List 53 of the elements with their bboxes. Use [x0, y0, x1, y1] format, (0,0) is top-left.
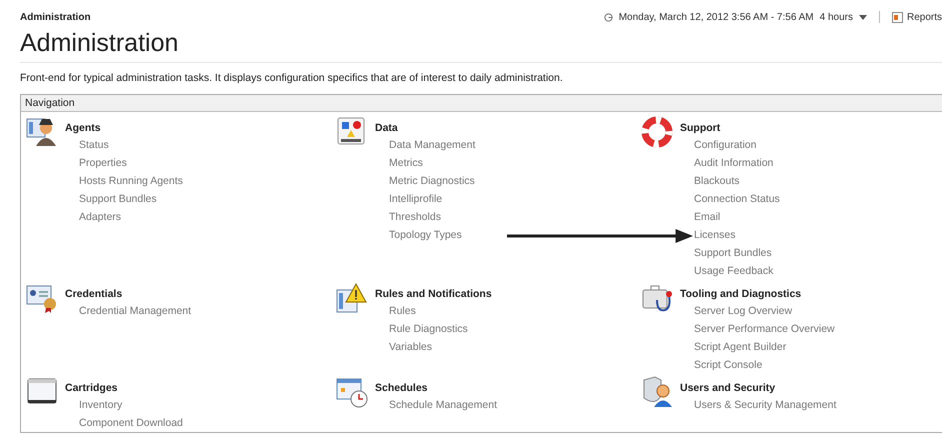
- section-title: Cartridges: [65, 381, 118, 396]
- section-title: Support: [680, 121, 720, 136]
- nav-link[interactable]: Variables: [389, 338, 432, 356]
- reports-link[interactable]: Reports: [892, 12, 942, 22]
- nav-link[interactable]: Usage Feedback: [694, 262, 774, 280]
- nav-link[interactable]: Server Log Overview: [694, 302, 792, 320]
- calendar-clock-icon: [336, 376, 370, 408]
- duration[interactable]: 4 hours: [820, 12, 853, 22]
- nav-link[interactable]: Schedule Management: [389, 396, 497, 414]
- section-title: Agents: [65, 121, 101, 136]
- page-description: Front-end for typical administration tasks. It displays configuration specifics that are of interest to daily administration.: [20, 72, 564, 84]
- nav-link[interactable]: Rule Diagnostics: [389, 320, 468, 338]
- nav-link[interactable]: Connection Status: [694, 190, 780, 208]
- nav-link[interactable]: Component Download: [79, 414, 183, 432]
- nav-link[interactable]: Users & Security Management: [694, 396, 836, 414]
- nav-link[interactable]: Thresholds: [389, 208, 441, 226]
- section-title: Schedules: [375, 381, 428, 396]
- time-range-icon[interactable]: [604, 12, 613, 22]
- breadcrumb: Administration: [20, 12, 91, 22]
- nav-link[interactable]: Status: [79, 136, 109, 154]
- dropdown-caret-icon[interactable]: [858, 14, 867, 20]
- nav-link[interactable]: Adapters: [79, 208, 122, 226]
- report-icon[interactable]: [892, 12, 903, 22]
- nav-link[interactable]: Script Console: [694, 356, 762, 374]
- nav-link[interactable]: Configuration: [694, 136, 756, 154]
- section-title: Tooling and Diagnostics: [680, 287, 802, 302]
- nav-link[interactable]: Credential Management: [79, 302, 192, 320]
- nav-link[interactable]: Topology Types: [389, 226, 462, 244]
- section-title: Credentials: [65, 287, 122, 302]
- section-title: Users and Security: [680, 381, 776, 396]
- panel-header: Navigation: [21, 95, 942, 112]
- page-title: Administration: [20, 29, 942, 63]
- time-range[interactable]: Monday, March 12, 2012 3:56 AM - 7:56 AM: [618, 12, 814, 22]
- shield-user-icon: [641, 376, 675, 408]
- nav-link[interactable]: Data Management: [389, 136, 476, 154]
- nav-link[interactable]: Support Bundles: [79, 190, 157, 208]
- nav-link[interactable]: Intelliprofile: [389, 190, 442, 208]
- nav-link[interactable]: Server Performance Overview: [694, 320, 835, 338]
- nav-link[interactable]: Metrics: [389, 154, 423, 172]
- lifebuoy-icon: [641, 116, 675, 148]
- nav-link[interactable]: Rules: [389, 302, 416, 320]
- nav-link[interactable]: Audit Information: [694, 154, 774, 172]
- section-title: Rules and Notifications: [375, 287, 492, 302]
- nav-link[interactable]: Properties: [79, 154, 127, 172]
- nav-link[interactable]: Licenses: [694, 226, 736, 244]
- nav-link[interactable]: Support Bundles: [694, 244, 772, 262]
- nav-link[interactable]: Script Agent Builder: [694, 338, 786, 356]
- nav-link[interactable]: Blackouts: [694, 172, 740, 190]
- nav-link[interactable]: Hosts Running Agents: [79, 172, 183, 190]
- nav-link[interactable]: Inventory: [79, 396, 122, 414]
- section-title: Data: [375, 121, 398, 136]
- nav-link[interactable]: Metric Diagnostics: [389, 172, 475, 190]
- nav-link[interactable]: Email: [694, 208, 720, 226]
